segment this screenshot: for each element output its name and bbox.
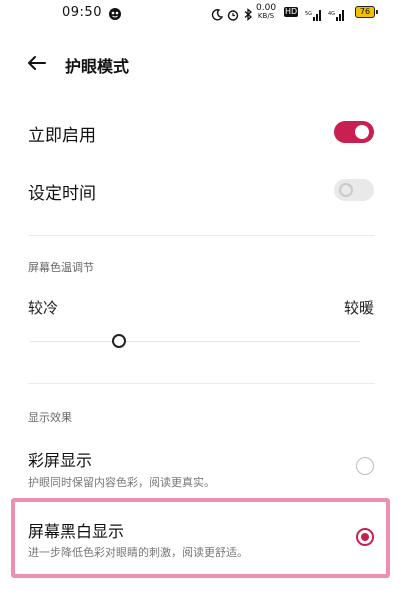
option-description: 进一步降低色彩对眼睛的刺激，阅读更舒适。 bbox=[28, 546, 248, 559]
enable-now-toggle[interactable] bbox=[334, 121, 374, 143]
signal-icon: 5G bbox=[305, 6, 323, 25]
bluetooth-icon bbox=[243, 6, 253, 25]
battery-icon: 76 bbox=[355, 6, 378, 18]
divider bbox=[28, 383, 375, 384]
back-arrow-icon[interactable] bbox=[24, 50, 50, 76]
cooler-label: 较冷 bbox=[28, 299, 59, 317]
color-display-radio[interactable] bbox=[356, 457, 374, 475]
divider bbox=[28, 235, 375, 236]
alarm-icon bbox=[227, 6, 239, 25]
notification-icon bbox=[108, 6, 122, 25]
option-title: 彩屏显示 bbox=[28, 451, 93, 470]
hd-badge: HD bbox=[284, 7, 299, 17]
signal-icon: 4G bbox=[328, 6, 346, 25]
grayscale-display-radio[interactable] bbox=[356, 528, 374, 546]
schedule-label: 设定时间 bbox=[28, 184, 96, 204]
page-title: 护眼模式 bbox=[65, 57, 130, 76]
color-temperature-section-title: 屏幕色温调节 bbox=[28, 261, 94, 274]
network-speed: 0.00 KB/S bbox=[256, 3, 277, 21]
enable-now-label: 立即启用 bbox=[28, 126, 96, 146]
display-effect-section-title: 显示效果 bbox=[28, 411, 72, 424]
svg-text:5G: 5G bbox=[305, 11, 312, 17]
status-time: 09:50 bbox=[62, 5, 102, 20]
header: 护眼模式 bbox=[0, 40, 408, 86]
schedule-toggle[interactable] bbox=[334, 179, 374, 201]
option-title: 屏幕黑白显示 bbox=[28, 522, 125, 541]
svg-text:4G: 4G bbox=[328, 11, 335, 17]
toggle-knob bbox=[355, 125, 369, 139]
moon-icon bbox=[211, 6, 224, 25]
option-description: 护眼同时保留内容色彩，阅读更真实。 bbox=[28, 476, 215, 489]
color-temperature-slider-thumb[interactable] bbox=[112, 334, 127, 348]
warmer-label: 较暖 bbox=[344, 299, 375, 317]
status-bar: 09:50 0.00 KB/S HD 5G 4G 76 bbox=[0, 0, 408, 30]
toggle-knob bbox=[339, 183, 353, 197]
color-temperature-slider-track[interactable] bbox=[30, 341, 360, 342]
